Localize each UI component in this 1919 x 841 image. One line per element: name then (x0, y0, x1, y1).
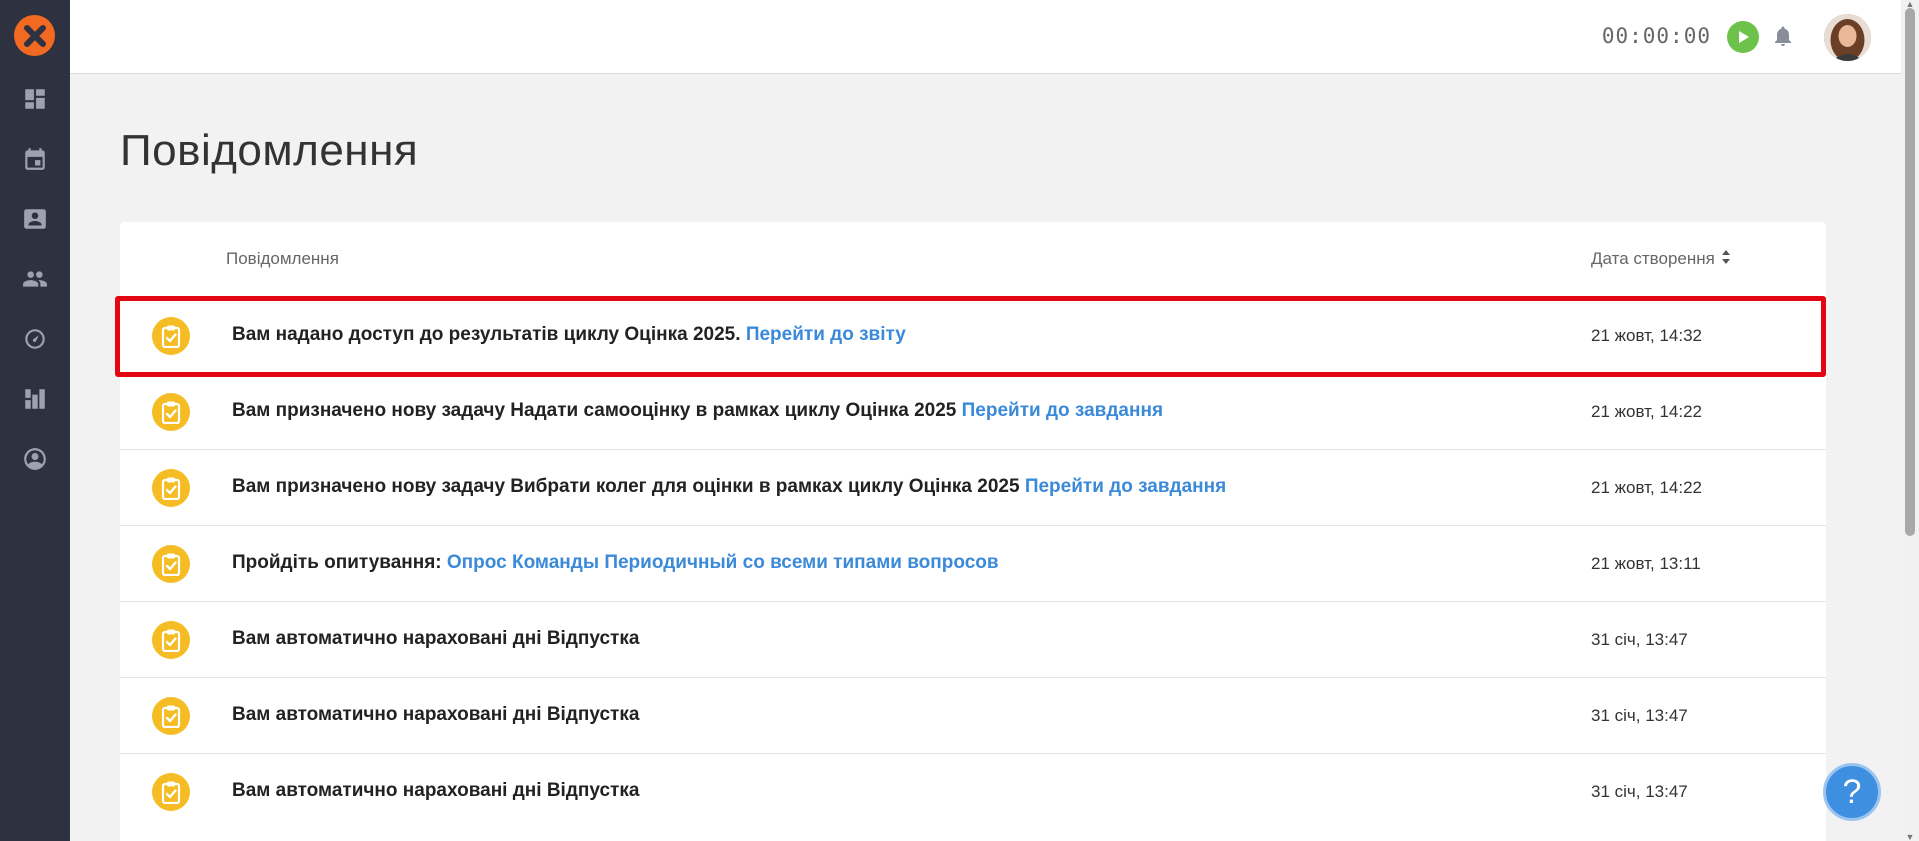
scroll-up-arrow-icon[interactable]: ▲ (1905, 0, 1915, 9)
sidebar-item-structure[interactable] (0, 377, 70, 421)
table-row[interactable]: Вам призначено нову задачу Надати самооц… (120, 373, 1826, 449)
table-row[interactable]: Пройдіть опитування: Опрос Команды Перио… (120, 525, 1826, 601)
top-bar: 00:00:00 (70, 0, 1901, 74)
sidebar-item-profile[interactable] (0, 437, 70, 481)
notification-message: Вам автоматично нараховані дні Відпустка (232, 704, 640, 725)
account-circle-icon (24, 448, 46, 470)
sidebar-item-performance[interactable] (0, 317, 70, 361)
notification-date: 21 жовт, 14:32 (1591, 326, 1703, 345)
sidebar-item-calendar[interactable] (0, 137, 70, 181)
clipboard-check-icon (152, 317, 190, 355)
sort-icon (1721, 249, 1731, 270)
clipboard-check-icon (152, 697, 190, 735)
speedometer-icon (25, 329, 45, 349)
notification-message: Вам призначено нову задачу Надати самооц… (232, 400, 962, 421)
notification-date: 31 січ, 13:47 (1591, 782, 1688, 801)
notification-link[interactable]: Перейти до завдання (1025, 476, 1226, 497)
notification-date: 21 жовт, 13:11 (1591, 554, 1701, 573)
notification-date: 21 жовт, 14:22 (1591, 478, 1703, 497)
clipboard-check-icon (152, 773, 190, 811)
people-icon (23, 271, 47, 287)
play-icon (1739, 31, 1749, 43)
table-header: Повідомлення Дата створення (120, 222, 1826, 297)
notifications-table: Повідомлення Дата створення Вам надано д… (120, 222, 1826, 841)
sidebar (0, 0, 70, 841)
notification-text: Вам автоматично нараховані дні Відпустка (232, 628, 639, 650)
scrollbar-thumb[interactable] (1905, 8, 1915, 536)
dashboard-icon (25, 89, 45, 109)
clipboard-check-icon (152, 621, 190, 659)
notifications-button[interactable] (1768, 20, 1798, 52)
table-row[interactable]: Вам автоматично нараховані дні Відпустка… (120, 753, 1826, 829)
bell-icon (1775, 26, 1791, 46)
notification-text: Вам призначено нову задачу Вибрати колег… (232, 476, 1226, 498)
column-header-date-label: Дата створення (1591, 249, 1715, 268)
time-tracker-display: 00:00:00 (1601, 24, 1711, 48)
user-avatar[interactable] (1824, 14, 1871, 61)
scroll-down-arrow-icon[interactable]: ▼ (1905, 833, 1915, 841)
start-timer-button[interactable] (1727, 21, 1759, 53)
notification-text: Пройдіть опитування: Опрос Команды Перио… (232, 552, 999, 574)
sidebar-item-contacts[interactable] (0, 197, 70, 241)
logo-x-icon (23, 24, 46, 47)
clipboard-check-icon (152, 545, 190, 583)
calendar-icon (25, 148, 45, 170)
notification-message: Вам автоматично нараховані дні Відпустка (232, 628, 640, 649)
sidebar-item-people[interactable] (0, 257, 70, 301)
contact-card-icon (24, 209, 46, 229)
notification-message: Вам надано доступ до результатів циклу О… (232, 324, 746, 345)
help-button[interactable]: ? (1823, 763, 1881, 821)
avatar-photo-icon (1824, 14, 1871, 61)
sidebar-item-dashboard[interactable] (0, 77, 70, 121)
notification-link[interactable]: Опрос Команды Периодичный со всеми типам… (447, 552, 999, 573)
notification-message: Вам автоматично нараховані дні Відпустка (232, 780, 640, 801)
table-row[interactable]: Вам автоматично нараховані дні Відпустка… (120, 601, 1826, 677)
notification-link[interactable]: Перейти до завдання (962, 400, 1163, 421)
notification-text: Вам автоматично нараховані дні Відпустка (232, 704, 639, 726)
notification-text: Вам призначено нову задачу Надати самооц… (232, 400, 1163, 422)
notification-message: Вам призначено нову задачу Вибрати колег… (232, 476, 1025, 497)
notification-text: Вам автоматично нараховані дні Відпустка (232, 780, 639, 802)
clipboard-check-icon (152, 469, 190, 507)
notification-date: 31 січ, 13:47 (1591, 706, 1688, 725)
page-title: Повідомлення (120, 126, 419, 175)
org-structure-icon (25, 389, 45, 409)
table-row[interactable]: Вам надано доступ до результатів циклу О… (120, 297, 1826, 373)
table-row[interactable]: Вам призначено нову задачу Вибрати колег… (120, 449, 1826, 525)
notification-date: 31 січ, 13:47 (1591, 630, 1688, 649)
table-row[interactable]: Вам автоматично нараховані дні Відпустка… (120, 677, 1826, 753)
notification-link[interactable]: Перейти до звіту (746, 324, 906, 345)
app-logo[interactable] (14, 15, 55, 56)
clipboard-check-icon (152, 393, 190, 431)
page-scrollbar[interactable]: ▲ ▼ (1901, 0, 1919, 841)
notification-message: Пройдіть опитування: (232, 552, 447, 573)
column-header-date[interactable]: Дата створення (1591, 249, 1731, 270)
notification-date: 21 жовт, 14:22 (1591, 402, 1703, 421)
notification-text: Вам надано доступ до результатів циклу О… (232, 324, 906, 346)
column-header-message: Повідомлення (226, 249, 339, 268)
